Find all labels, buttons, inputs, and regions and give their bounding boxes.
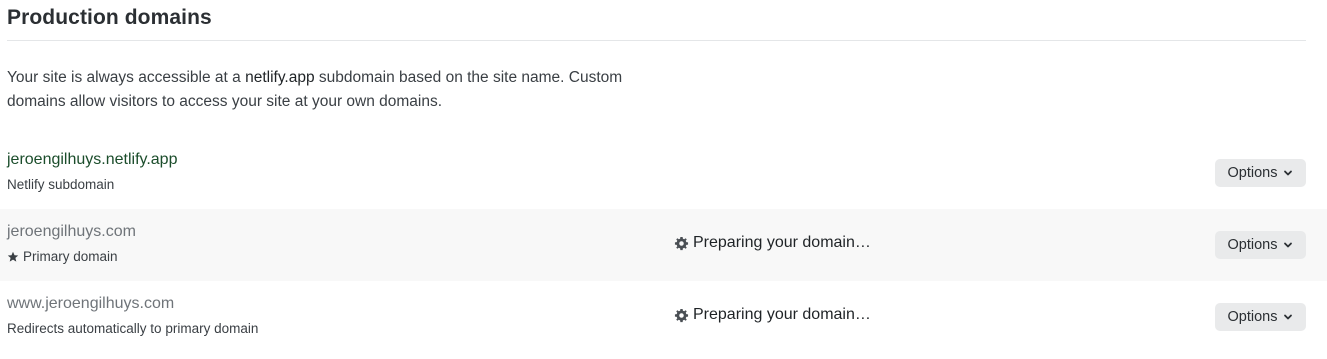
- domain-status-text: Preparing your domain…: [693, 234, 871, 251]
- section-description: Your site is always accessible at a netl…: [7, 66, 647, 114]
- gear-icon: [674, 308, 689, 322]
- domain-subtitle-text: Redirects automatically to primary domai…: [7, 321, 259, 336]
- options-button-label: Options: [1227, 237, 1278, 253]
- domain-subtitle-text: Primary domain: [23, 249, 118, 264]
- options-button[interactable]: Options: [1215, 303, 1306, 331]
- gear-icon: [674, 236, 689, 250]
- section-title: Production domains: [7, 6, 212, 29]
- options-button[interactable]: Options: [1215, 159, 1306, 187]
- domain-status: Preparing your domain…: [674, 234, 871, 252]
- domain-subtitle: Netlify subdomain: [7, 177, 114, 192]
- domain-name: www.jeroengilhuys.com: [7, 295, 175, 312]
- star-icon: [7, 251, 19, 262]
- description-highlight: netlify.app: [245, 69, 315, 86]
- domain-name: jeroengilhuys.netlify.app: [7, 151, 178, 168]
- domain-name: jeroengilhuys.com: [7, 223, 136, 240]
- domain-subtitle: Primary domain: [7, 249, 118, 264]
- domain-subtitle-text: Netlify subdomain: [7, 177, 115, 192]
- options-button-label: Options: [1227, 309, 1278, 325]
- chevron-down-icon: [1284, 170, 1293, 176]
- chevron-down-icon: [1284, 314, 1293, 320]
- description-text-1: Your site is always accessible at a: [7, 69, 246, 86]
- domain-row-netlify: jeroengilhuys.netlify.app Netlify subdom…: [0, 137, 1327, 209]
- domain-status: Preparing your domain…: [674, 306, 871, 324]
- options-button-label: Options: [1227, 165, 1278, 181]
- domain-status-text: Preparing your domain…: [693, 306, 871, 323]
- chevron-down-icon: [1284, 242, 1293, 248]
- options-button[interactable]: Options: [1215, 231, 1306, 259]
- domain-row-primary: jeroengilhuys.com Primary domain Prepari…: [0, 209, 1327, 281]
- domain-row-www: www.jeroengilhuys.com Redirects automati…: [0, 281, 1327, 353]
- domain-subtitle: Redirects automatically to primary domai…: [7, 321, 258, 336]
- divider: [7, 40, 1306, 41]
